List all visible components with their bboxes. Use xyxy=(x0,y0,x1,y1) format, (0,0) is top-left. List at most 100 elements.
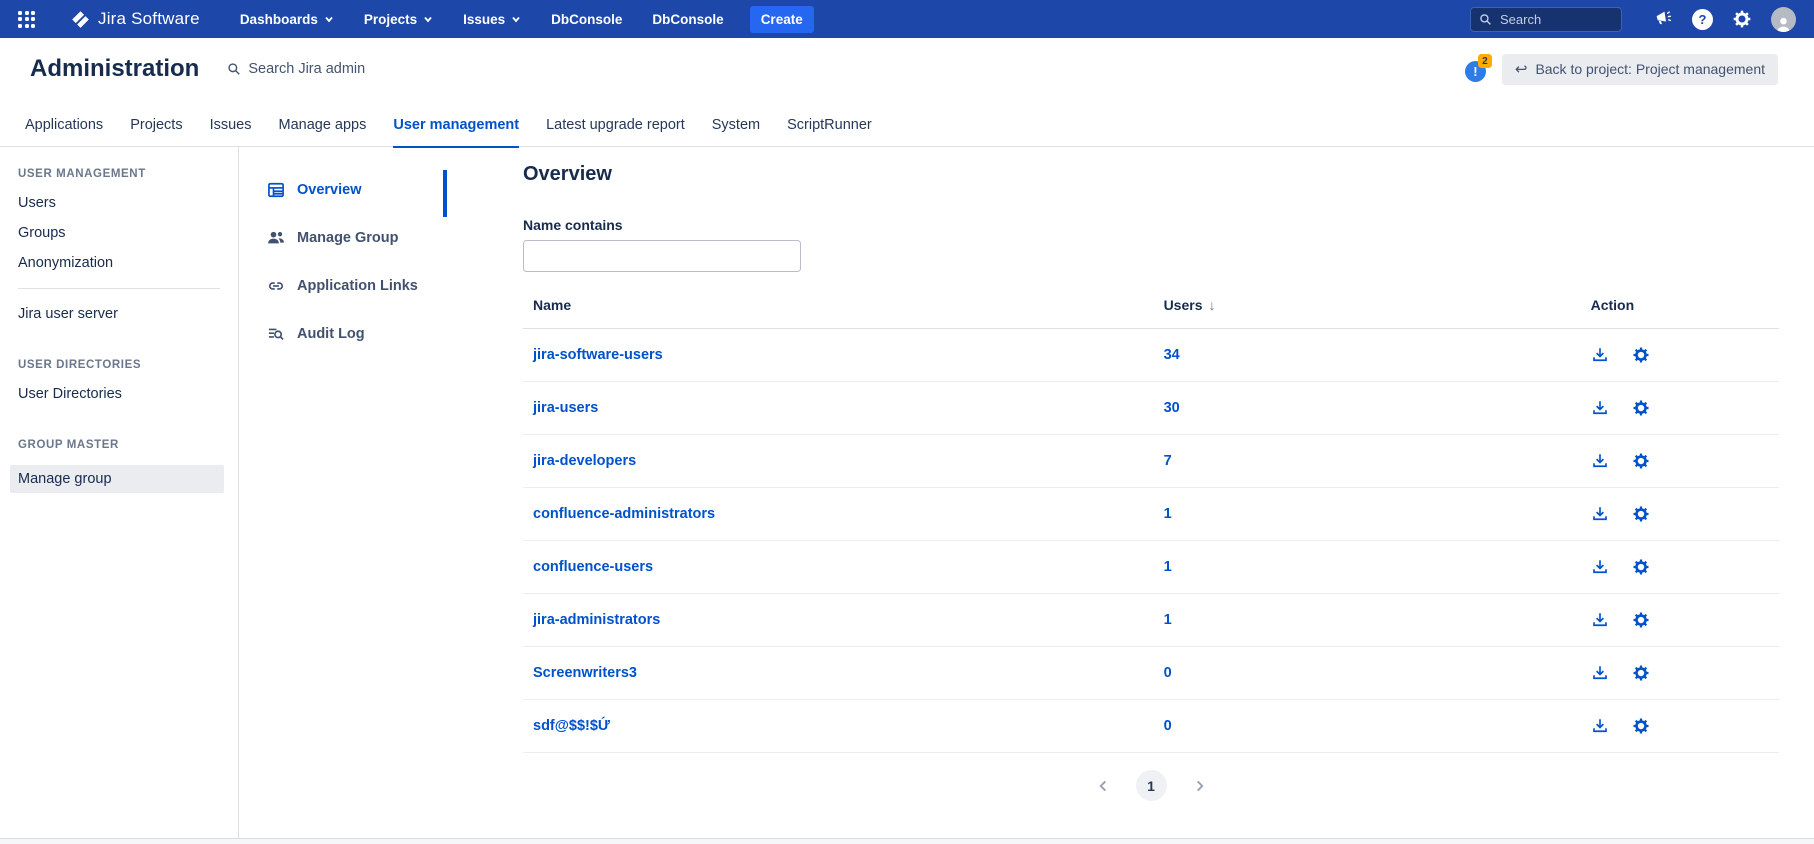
table-row: Screenwriters3 0 xyxy=(523,647,1779,700)
admin-search[interactable]: Search Jira admin xyxy=(227,61,365,77)
settings-gear-icon[interactable] xyxy=(1732,9,1752,29)
current-page-button[interactable]: 1 xyxy=(1136,770,1167,801)
nav-issues[interactable]: Issues xyxy=(463,12,521,27)
product-name: Jira Software xyxy=(98,9,200,29)
table-row: jira-users 30 xyxy=(523,382,1779,435)
group-name-link[interactable]: Screenwriters3 xyxy=(533,665,637,681)
group-name-link[interactable]: confluence-administrators xyxy=(533,506,715,522)
group-users-count[interactable]: 1 xyxy=(1164,612,1172,628)
section-user-management: USER MANAGEMENT xyxy=(18,168,238,180)
global-search-input[interactable] xyxy=(1500,12,1613,27)
group-name-link[interactable]: jira-developers xyxy=(533,453,636,469)
export-download-icon[interactable] xyxy=(1591,664,1609,682)
active-nav-indicator xyxy=(443,170,447,217)
sidebar-item-manage-group[interactable]: Manage group xyxy=(10,465,224,493)
admin-tabbar: Applications Projects Issues Manage apps… xyxy=(0,100,1814,147)
app-switcher-icon[interactable] xyxy=(18,11,35,28)
group-settings-gear-icon[interactable] xyxy=(1632,346,1650,364)
megaphone-icon[interactable] xyxy=(1653,9,1673,29)
sidebar-item-anonymization[interactable]: Anonymization xyxy=(18,254,238,272)
nav-audit-log[interactable]: Audit Log xyxy=(266,324,447,344)
group-settings-gear-icon[interactable] xyxy=(1632,452,1650,470)
back-to-project-button[interactable]: ↩ Back to project: Project management xyxy=(1502,54,1778,85)
tab-manage-apps[interactable]: Manage apps xyxy=(279,117,367,146)
groups-table: Name Users↓ Action jira-software-users 3… xyxy=(523,297,1779,753)
nav-overview[interactable]: Overview xyxy=(266,180,447,200)
notifications-indicator[interactable]: ! 2 xyxy=(1465,57,1489,81)
sidebar-item-users[interactable]: Users xyxy=(18,194,238,212)
tab-issues[interactable]: Issues xyxy=(210,117,252,146)
next-page-icon[interactable] xyxy=(1194,779,1205,793)
nav-dashboards[interactable]: Dashboards xyxy=(240,12,334,27)
export-download-icon[interactable] xyxy=(1591,505,1609,523)
export-download-icon[interactable] xyxy=(1591,346,1609,364)
group-users-count[interactable]: 7 xyxy=(1164,453,1172,469)
column-header-users[interactable]: Users↓ xyxy=(1164,297,1591,329)
user-avatar[interactable] xyxy=(1771,7,1796,32)
group-name-link[interactable]: jira-administrators xyxy=(533,612,660,628)
tab-projects[interactable]: Projects xyxy=(130,117,182,146)
tab-latest-upgrade-report[interactable]: Latest upgrade report xyxy=(546,117,685,146)
prev-page-icon[interactable] xyxy=(1098,779,1109,793)
name-contains-input[interactable] xyxy=(523,240,801,272)
group-users-count[interactable]: 0 xyxy=(1164,718,1172,734)
table-row: confluence-users 1 xyxy=(523,541,1779,594)
export-download-icon[interactable] xyxy=(1591,717,1609,735)
help-mark: ? xyxy=(1692,9,1713,30)
nav-audit-log-label: Audit Log xyxy=(297,326,365,342)
global-search[interactable] xyxy=(1470,7,1622,32)
group-name-link[interactable]: sdf@$$!$Ứ xyxy=(533,718,610,734)
tab-applications[interactable]: Applications xyxy=(25,117,103,146)
column-header-name[interactable]: Name xyxy=(523,297,1164,329)
tab-user-management[interactable]: User management xyxy=(393,117,519,146)
admin-sidebar: USER MANAGEMENT Users Groups Anonymizati… xyxy=(0,147,239,838)
group-settings-gear-icon[interactable] xyxy=(1632,505,1650,523)
table-header-row: Name Users↓ Action xyxy=(523,297,1779,329)
back-arrow-icon: ↩ xyxy=(1515,62,1528,77)
group-settings-gear-icon[interactable] xyxy=(1632,717,1650,735)
export-download-icon[interactable] xyxy=(1591,399,1609,417)
top-navbar: Jira Software Dashboards Projects Issues… xyxy=(0,0,1814,38)
export-download-icon[interactable] xyxy=(1591,611,1609,629)
link-icon xyxy=(266,276,286,296)
help-icon[interactable]: ? xyxy=(1692,9,1713,30)
nav-projects[interactable]: Projects xyxy=(364,12,433,27)
group-users-count[interactable]: 34 xyxy=(1164,347,1180,363)
group-users-count[interactable]: 30 xyxy=(1164,400,1180,416)
group-settings-gear-icon[interactable] xyxy=(1632,611,1650,629)
nav-manage-group[interactable]: Manage Group xyxy=(266,228,447,248)
chevron-down-icon xyxy=(324,14,334,24)
tab-scriptrunner[interactable]: ScriptRunner xyxy=(787,117,872,146)
group-settings-gear-icon[interactable] xyxy=(1632,664,1650,682)
group-users-count[interactable]: 1 xyxy=(1164,559,1172,575)
export-download-icon[interactable] xyxy=(1591,452,1609,470)
main-content: Overview Name contains Name Users↓ Actio… xyxy=(447,147,1814,838)
group-name-link[interactable]: confluence-users xyxy=(533,559,653,575)
jira-admin-page: Jira Software Dashboards Projects Issues… xyxy=(0,0,1814,844)
overview-icon xyxy=(266,180,286,200)
nav-manage-group-label: Manage Group xyxy=(297,230,399,246)
admin-search-label: Search Jira admin xyxy=(248,61,365,77)
export-download-icon[interactable] xyxy=(1591,558,1609,576)
group-name-link[interactable]: jira-software-users xyxy=(533,347,663,363)
sidebar-item-jira-user-server[interactable]: Jira user server xyxy=(18,305,238,323)
body-layout: USER MANAGEMENT Users Groups Anonymizati… xyxy=(0,147,1814,838)
search-icon xyxy=(227,62,241,76)
group-name-link[interactable]: jira-users xyxy=(533,400,598,416)
sidebar-item-groups[interactable]: Groups xyxy=(18,224,238,242)
table-row: sdf@$$!$Ứ 0 xyxy=(523,700,1779,753)
create-button[interactable]: Create xyxy=(750,6,814,33)
sidebar-item-user-directories[interactable]: User Directories xyxy=(18,385,238,403)
nav-application-links[interactable]: Application Links xyxy=(266,276,447,296)
group-users-count[interactable]: 1 xyxy=(1164,506,1172,522)
section-group-master: GROUP MASTER xyxy=(18,439,238,451)
tab-system[interactable]: System xyxy=(712,117,760,146)
group-users-count[interactable]: 0 xyxy=(1164,665,1172,681)
group-settings-gear-icon[interactable] xyxy=(1632,399,1650,417)
sort-desc-icon: ↓ xyxy=(1208,297,1215,313)
group-settings-gear-icon[interactable] xyxy=(1632,558,1650,576)
nav-dbconsole-1[interactable]: DbConsole xyxy=(551,12,622,27)
jira-logo[interactable]: Jira Software xyxy=(71,9,200,29)
jira-diamond-icon xyxy=(71,10,90,29)
nav-dbconsole-2[interactable]: DbConsole xyxy=(652,12,723,27)
